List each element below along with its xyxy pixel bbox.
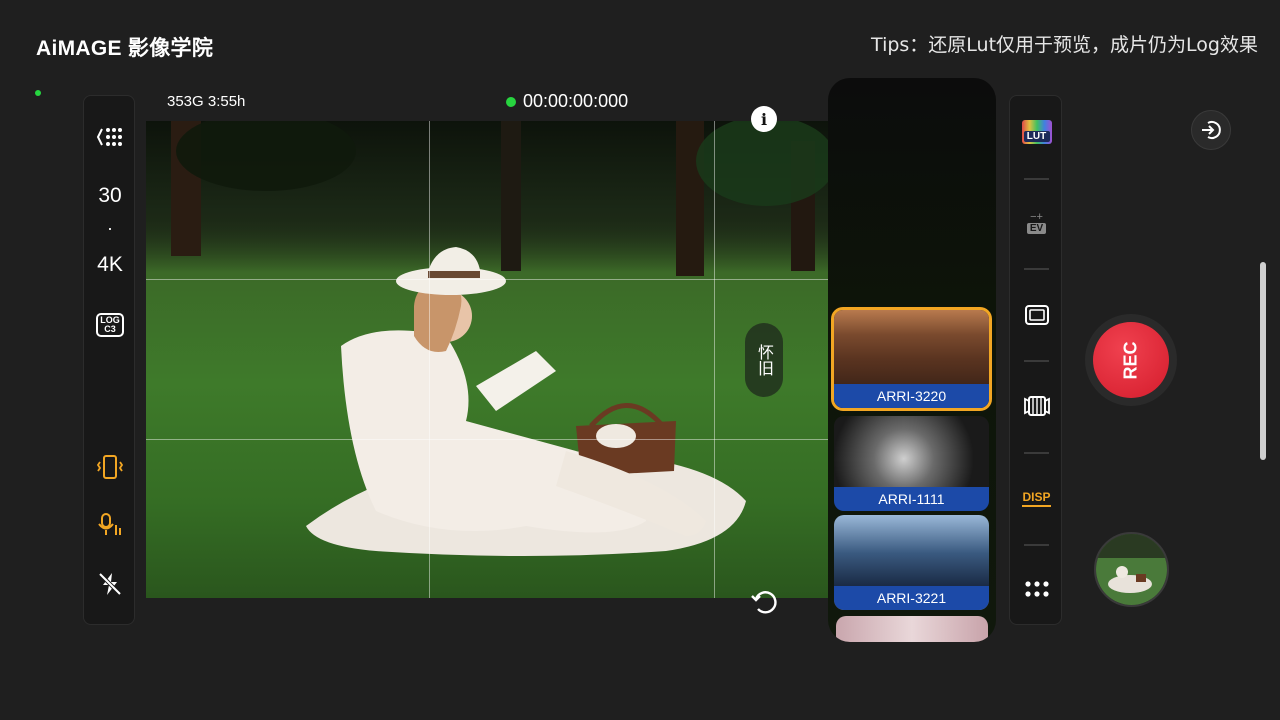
exit-icon — [1202, 121, 1221, 139]
stabilization-button[interactable] — [84, 451, 136, 483]
record-label: REC — [1120, 340, 1141, 380]
lut-icon: LUT — [1021, 120, 1052, 144]
flash-off-icon — [98, 572, 122, 596]
display-button[interactable]: DISP — [1010, 482, 1063, 514]
grid-line-v1 — [429, 121, 430, 598]
menu-grid-button[interactable] — [84, 122, 136, 152]
film-reel-icon — [1023, 396, 1050, 416]
toolbar-divider — [1024, 178, 1049, 180]
lut-card-arri-3220[interactable]: ARRI-3220 — [831, 307, 992, 411]
gallery-thumbnail[interactable] — [1094, 532, 1169, 607]
more-dots-icon — [1024, 581, 1049, 597]
camera-viewfinder[interactable] — [146, 121, 830, 598]
frame-guide-button[interactable] — [1010, 299, 1063, 331]
lut-icon-text: LUT — [1023, 131, 1050, 142]
lut-selector-strip[interactable]: ARRI-3220 ARRI-1111 ARRI-3221 — [828, 78, 996, 642]
viewfinder-scene — [171, 121, 830, 556]
record-button-ring[interactable]: REC — [1085, 314, 1177, 406]
phone-vibrate-icon — [96, 455, 124, 479]
record-timecode: 00:00:00:000 — [506, 91, 628, 112]
info-button[interactable]: i — [751, 106, 777, 132]
lut-label: ARRI-1111 — [834, 487, 989, 511]
disp-icon: DISP — [1022, 490, 1051, 507]
side-scroll-indicator[interactable] — [1260, 262, 1266, 460]
app-brand-logo: AiMAGE 影像学院 — [36, 37, 214, 60]
more-options-button[interactable] — [1010, 574, 1063, 604]
tips-text: Tips：还原Lut仅用于预览，成片仍为Log效果 — [871, 34, 1258, 56]
grid-line-h2 — [146, 439, 830, 440]
ev-icon: −+ EV — [1026, 212, 1047, 234]
grid-line-h1 — [146, 279, 830, 280]
record-status-dot — [506, 96, 516, 107]
rotate-icon — [751, 591, 777, 614]
exposure-button[interactable]: −+ EV — [1010, 206, 1063, 240]
film-mode-button[interactable] — [1010, 390, 1063, 422]
grid-menu-icon — [96, 128, 122, 146]
fps-selector[interactable]: 30 — [84, 182, 136, 210]
lut-card-arri-1111[interactable]: ARRI-1111 — [834, 416, 989, 511]
ev-icon-text: EV — [1026, 223, 1047, 234]
toolbar-divider — [1024, 360, 1049, 362]
frame-icon — [1024, 305, 1049, 325]
flash-toggle-button[interactable] — [84, 568, 136, 600]
audio-settings-button[interactable] — [84, 509, 136, 541]
resolution-selector[interactable]: 4K — [84, 251, 136, 279]
grid-line-v2 — [714, 121, 715, 598]
timecode-text: 00:00:00:000 — [523, 91, 629, 111]
microphone-levels-icon — [98, 513, 121, 535]
toolbar-divider — [1024, 452, 1049, 454]
right-toolbar: LUT −+ EV DISP — [1009, 95, 1062, 625]
log-c3-icon: LOG C3 — [96, 313, 124, 337]
left-toolbar: 30 · 4K LOG C3 — [83, 95, 135, 625]
fps-resolution-separator: · — [107, 217, 113, 238]
toolbar-divider — [1024, 268, 1049, 270]
toolbar-divider — [1024, 544, 1049, 546]
log-badge-bottom: C3 — [104, 324, 116, 334]
info-icon: i — [760, 109, 768, 129]
lut-label: ARRI-3220 — [834, 384, 989, 408]
lut-card-next-peek[interactable] — [836, 616, 988, 642]
exit-button[interactable] — [1191, 110, 1231, 150]
record-button[interactable]: REC — [1093, 322, 1169, 398]
lut-label: ARRI-3221 — [834, 586, 989, 610]
gallery-preview-image — [1096, 534, 1167, 605]
current-lut-name-pill[interactable]: 怀旧 — [745, 323, 783, 397]
storage-remaining: 353G 3:55h — [167, 93, 246, 110]
lut-button[interactable]: LUT — [1010, 116, 1063, 148]
rotate-button[interactable] — [749, 587, 779, 617]
lut-card-arri-3221[interactable]: ARRI-3221 — [834, 515, 989, 610]
log-profile-button[interactable]: LOG C3 — [84, 310, 136, 340]
camera-indicator-dot — [35, 90, 41, 96]
